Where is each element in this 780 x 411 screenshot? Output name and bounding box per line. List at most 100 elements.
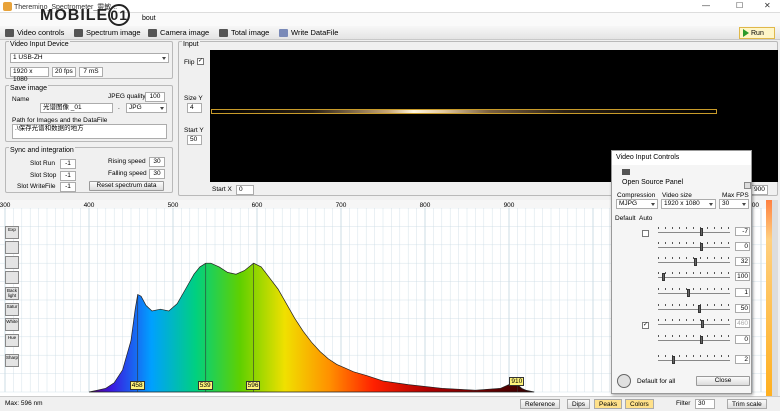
slider-thumb[interactable] — [699, 243, 703, 251]
slider-thumb[interactable] — [699, 228, 703, 236]
slot-write-input[interactable]: -1 — [60, 182, 76, 192]
default-all-icon[interactable] — [617, 374, 631, 388]
image-name-input[interactable]: 光谱图像 _01 — [40, 103, 113, 113]
video-controls-label: Video controls — [17, 28, 65, 37]
start-y-input[interactable]: 50 — [187, 135, 202, 145]
logo-mark: 01 — [108, 4, 131, 26]
slider-thumb[interactable] — [701, 320, 705, 328]
vic-control-icon[interactable]: Satur — [5, 303, 19, 316]
maximize-button[interactable]: ☐ — [736, 1, 743, 10]
slider-thumb[interactable] — [672, 356, 676, 364]
vic-control-value[interactable]: 460 — [735, 319, 750, 328]
slider-track[interactable] — [658, 360, 730, 361]
vic-control-value[interactable]: 2 — [735, 355, 750, 364]
slider-track[interactable] — [658, 293, 730, 294]
slider-track[interactable] — [658, 247, 730, 248]
jpeg-quality-label: JPEG quality — [108, 93, 146, 100]
size-y-input[interactable]: 4 — [187, 103, 202, 113]
device-select[interactable]: 1 USB-ZH — [10, 53, 169, 63]
max-fps-select[interactable]: 30 — [719, 199, 749, 209]
run-button[interactable]: Run — [739, 27, 775, 39]
slider-thumb[interactable] — [694, 258, 697, 266]
vic-control-value[interactable]: 100 — [735, 272, 750, 281]
chart-scrollbar[interactable] — [772, 200, 778, 396]
write-datafile-button[interactable]: Write DataFile — [279, 28, 338, 37]
vic-control-value[interactable]: 0 — [735, 335, 750, 344]
trim-scale-button[interactable]: Trim scale — [727, 399, 767, 409]
video-size-select[interactable]: 1920 x 1080 — [661, 199, 716, 209]
vic-control-icon[interactable]: Back light — [5, 287, 19, 300]
total-image-button[interactable]: Total image — [219, 28, 269, 37]
app-icon — [3, 2, 12, 11]
image-format-select[interactable]: JPG — [126, 103, 167, 113]
minimize-button[interactable]: — — [702, 1, 710, 10]
dips-button[interactable]: Dips — [567, 399, 591, 409]
slider-track[interactable] — [658, 277, 730, 278]
slider-track[interactable] — [658, 232, 730, 233]
format-value: JPG — [129, 104, 142, 111]
slider-track[interactable] — [658, 324, 730, 325]
spectrum-capture-band[interactable] — [211, 109, 717, 114]
vic-control-value[interactable]: 32 — [735, 257, 750, 266]
slot-stop-input[interactable]: -1 — [60, 171, 76, 181]
spectrum-image-button[interactable]: Spectrum image — [74, 28, 141, 37]
exposure-auto-checkbox[interactable] — [642, 230, 649, 237]
close-dialog-button[interactable]: Close — [696, 376, 750, 386]
start-y-label: Start Y — [184, 127, 204, 134]
camera-icon — [5, 28, 14, 37]
rising-speed-input[interactable]: 30 — [149, 157, 165, 167]
path-input[interactable]: .\保存光谱和数据的地方 — [12, 124, 167, 139]
video-size-label: Video size — [662, 192, 692, 199]
peaks-button[interactable]: Peaks — [594, 399, 623, 409]
flip-checkbox[interactable]: ✓ — [197, 58, 204, 65]
vic-control-icon[interactable] — [5, 241, 19, 254]
vic-control-value[interactable]: 1 — [735, 288, 750, 297]
vic-control-icon[interactable]: Exp — [5, 226, 19, 239]
slot-stop-label: Slot Stop — [30, 172, 57, 179]
vic-control-value[interactable]: -7 — [735, 227, 750, 236]
slider-thumb[interactable] — [697, 305, 701, 313]
vic-control-value[interactable]: 0 — [735, 242, 750, 251]
vic-control-icon[interactable] — [5, 271, 19, 284]
video-controls-button[interactable]: Video controls — [5, 28, 64, 37]
start-x-input[interactable]: 0 — [236, 185, 254, 195]
slider-track[interactable] — [658, 340, 730, 341]
chevron-down-icon — [709, 203, 713, 206]
compression-select[interactable]: MJPG — [616, 199, 658, 209]
slider-thumb[interactable] — [686, 289, 690, 297]
vic-control-icon[interactable]: Sharp — [5, 354, 19, 367]
run-label: Run — [751, 29, 764, 37]
filter-input[interactable]: 30 — [695, 399, 715, 409]
logo-text: MOBILE — [40, 7, 109, 24]
rising-speed-label: Rising speed — [108, 158, 146, 165]
video-size-value: 1920 x 1080 — [664, 200, 700, 207]
slider-track[interactable] — [658, 309, 730, 310]
open-source-panel-button[interactable]: Open Source Panel — [622, 179, 683, 186]
name-label: Name — [12, 96, 30, 103]
slot-run-input[interactable]: -1 — [60, 159, 76, 169]
end-x-input[interactable]: 900 — [751, 185, 768, 195]
colors-button[interactable]: Colors — [625, 399, 654, 409]
vic-control-icon[interactable]: White — [5, 318, 19, 331]
toolbar: Video controls Spectrum image Camera ima… — [0, 26, 780, 40]
vic-control-icon[interactable] — [5, 256, 19, 269]
reference-button[interactable]: Reference — [520, 399, 560, 409]
menu-about[interactable]: bout — [142, 15, 156, 22]
watermark-logo: MOBILE 01 — [40, 4, 131, 26]
resolution-display: 1920 x 1080 — [10, 67, 49, 83]
slider-thumb[interactable] — [661, 273, 665, 281]
vic-control-icon[interactable]: Hue — [5, 334, 19, 347]
camera-image-button[interactable]: Camera image — [148, 28, 209, 37]
vic-control-value[interactable]: 50 — [735, 304, 750, 313]
slot-write-label: Slot WriteFile — [17, 183, 56, 190]
scroll-up-icon[interactable] — [744, 182, 751, 189]
slider-thumb[interactable] — [699, 336, 703, 344]
falling-speed-input[interactable]: 30 — [149, 169, 165, 179]
group-title: Sync and integration — [9, 147, 75, 154]
close-button[interactable]: ✕ — [764, 1, 771, 10]
peak-label: 596 — [245, 381, 261, 390]
white-balance-auto-checkbox[interactable]: ✓ — [642, 322, 649, 329]
jpeg-quality-input[interactable]: 100 — [145, 92, 165, 102]
max-fps-label: Max FPS — [722, 192, 749, 199]
reset-spectrum-button[interactable]: Reset spectrum data — [89, 181, 164, 191]
